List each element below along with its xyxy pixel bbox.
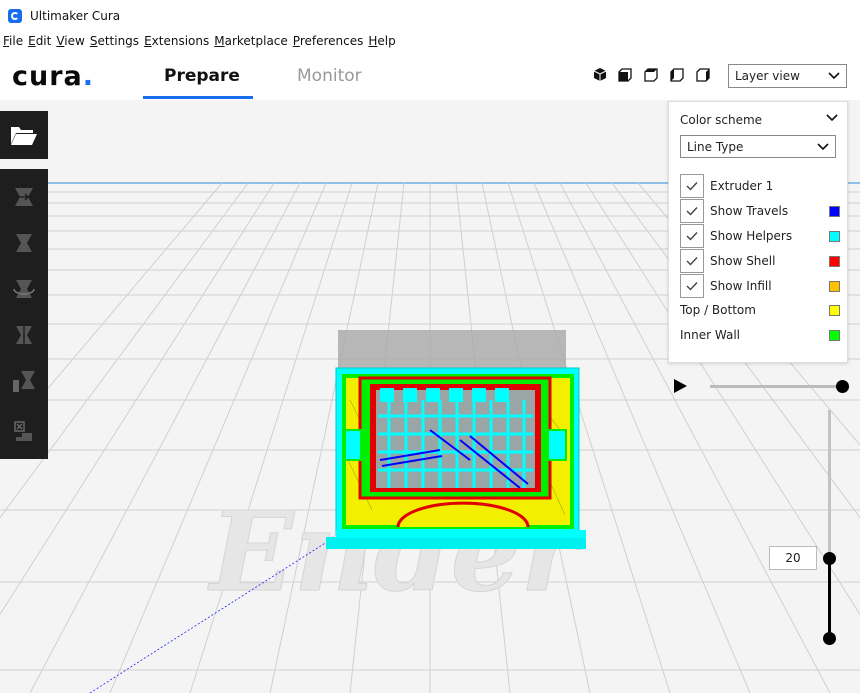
- legend-label: Extruder 1: [710, 179, 774, 193]
- menu-marketplace[interactable]: Marketplace: [214, 34, 288, 48]
- color-swatch: [829, 329, 840, 341]
- show-helpers-checkbox[interactable]: [680, 224, 704, 248]
- chevron-down-icon: [817, 142, 829, 150]
- legend-label: Show Travels: [710, 204, 789, 218]
- menu-file[interactable]: File: [3, 34, 23, 48]
- stage-header: cura. Prepare Monitor Layer view: [0, 51, 860, 100]
- layer-path-slider-handle[interactable]: [836, 380, 849, 393]
- color-swatch: [829, 255, 840, 267]
- legend-row-infill[interactable]: Show Infill: [680, 274, 840, 298]
- menu-edit[interactable]: Edit: [28, 34, 51, 48]
- color-scheme-value: Line Type: [687, 139, 744, 154]
- play-icon[interactable]: [672, 378, 688, 394]
- view-mode-value: Layer view: [735, 69, 800, 83]
- show-infill-checkbox[interactable]: [680, 274, 704, 298]
- legend-label: Show Infill: [710, 279, 772, 293]
- support-blocker-icon: [14, 421, 32, 441]
- open-file-button[interactable]: [0, 111, 48, 159]
- legend-label: Show Helpers: [710, 229, 793, 243]
- menu-extensions[interactable]: Extensions: [144, 34, 209, 48]
- folder-open-icon: [11, 127, 37, 145]
- move-tool-icon: [15, 188, 33, 206]
- view-mode-select[interactable]: Layer view: [728, 64, 847, 88]
- scale-tool-icon: [16, 234, 32, 252]
- layer-path-slider[interactable]: [710, 385, 842, 388]
- color-swatch: [829, 230, 840, 242]
- legend-row-shell[interactable]: Show Shell: [680, 249, 840, 273]
- check-icon: [686, 182, 698, 191]
- legend-label: Show Shell: [710, 254, 776, 268]
- check-icon: [686, 207, 698, 216]
- menu-bar: File Edit View Settings Extensions Marke…: [0, 31, 860, 51]
- legend-row-extruder[interactable]: Extruder 1: [680, 174, 840, 198]
- title-bar: Ultimaker Cura: [0, 0, 860, 31]
- chevron-down-icon[interactable]: [826, 113, 838, 123]
- legend-label: Top / Bottom: [680, 303, 756, 317]
- right-view-icon[interactable]: [695, 67, 711, 83]
- top-view-icon[interactable]: [643, 67, 659, 83]
- show-travels-checkbox[interactable]: [680, 199, 704, 223]
- active-tab-indicator: [143, 96, 253, 99]
- left-view-icon[interactable]: [669, 67, 685, 83]
- legend-row-top-bottom: Top / Bottom: [680, 299, 840, 321]
- current-layer-input[interactable]: 20: [769, 546, 817, 570]
- layer-slider-range: [828, 559, 831, 639]
- move-tool-button[interactable]: [8, 181, 40, 213]
- color-scheme-panel: Color scheme Line Type Extruder 1 Show T…: [668, 101, 848, 363]
- rotate-tool-button[interactable]: [8, 273, 40, 305]
- color-swatch: [829, 280, 840, 292]
- per-model-settings-icon: [13, 371, 35, 392]
- front-view-icon[interactable]: [617, 67, 633, 83]
- tab-monitor[interactable]: Monitor: [297, 66, 362, 86]
- legend-label: Inner Wall: [680, 328, 740, 342]
- tool-panel: [0, 169, 48, 459]
- layer-slider-upper-handle[interactable]: [823, 552, 836, 565]
- 3d-view-icon[interactable]: [592, 67, 608, 83]
- per-model-settings-button[interactable]: [8, 365, 40, 397]
- tab-prepare[interactable]: Prepare: [164, 66, 240, 86]
- scale-tool-button[interactable]: [8, 227, 40, 259]
- legend-row-travels[interactable]: Show Travels: [680, 199, 840, 223]
- extruder-checkbox[interactable]: [680, 174, 704, 198]
- color-swatch: [829, 205, 840, 217]
- color-scheme-select[interactable]: Line Type: [680, 135, 836, 158]
- color-scheme-label: Color scheme: [680, 113, 763, 127]
- cura-logo: cura.: [12, 61, 95, 92]
- legend-row-inner-wall: Inner Wall: [680, 324, 840, 346]
- check-icon: [686, 232, 698, 241]
- cura-app-icon: [8, 8, 22, 23]
- color-swatch: [829, 304, 840, 316]
- mirror-tool-button[interactable]: [8, 319, 40, 351]
- chevron-down-icon: [828, 72, 840, 80]
- menu-help[interactable]: Help: [368, 34, 395, 48]
- window-title: Ultimaker Cura: [30, 8, 121, 23]
- rotate-tool-icon: [13, 280, 35, 298]
- support-blocker-button[interactable]: [8, 415, 40, 447]
- legend-row-helpers[interactable]: Show Helpers: [680, 224, 840, 248]
- show-shell-checkbox[interactable]: [680, 249, 704, 273]
- sliced-model[interactable]: [326, 330, 586, 549]
- menu-settings[interactable]: Settings: [90, 34, 139, 48]
- mirror-tool-icon: [16, 324, 32, 346]
- menu-preferences[interactable]: Preferences: [293, 34, 364, 48]
- menu-view[interactable]: View: [56, 34, 84, 48]
- layer-slider-lower-handle[interactable]: [823, 632, 836, 645]
- check-icon: [686, 257, 698, 266]
- check-icon: [686, 282, 698, 291]
